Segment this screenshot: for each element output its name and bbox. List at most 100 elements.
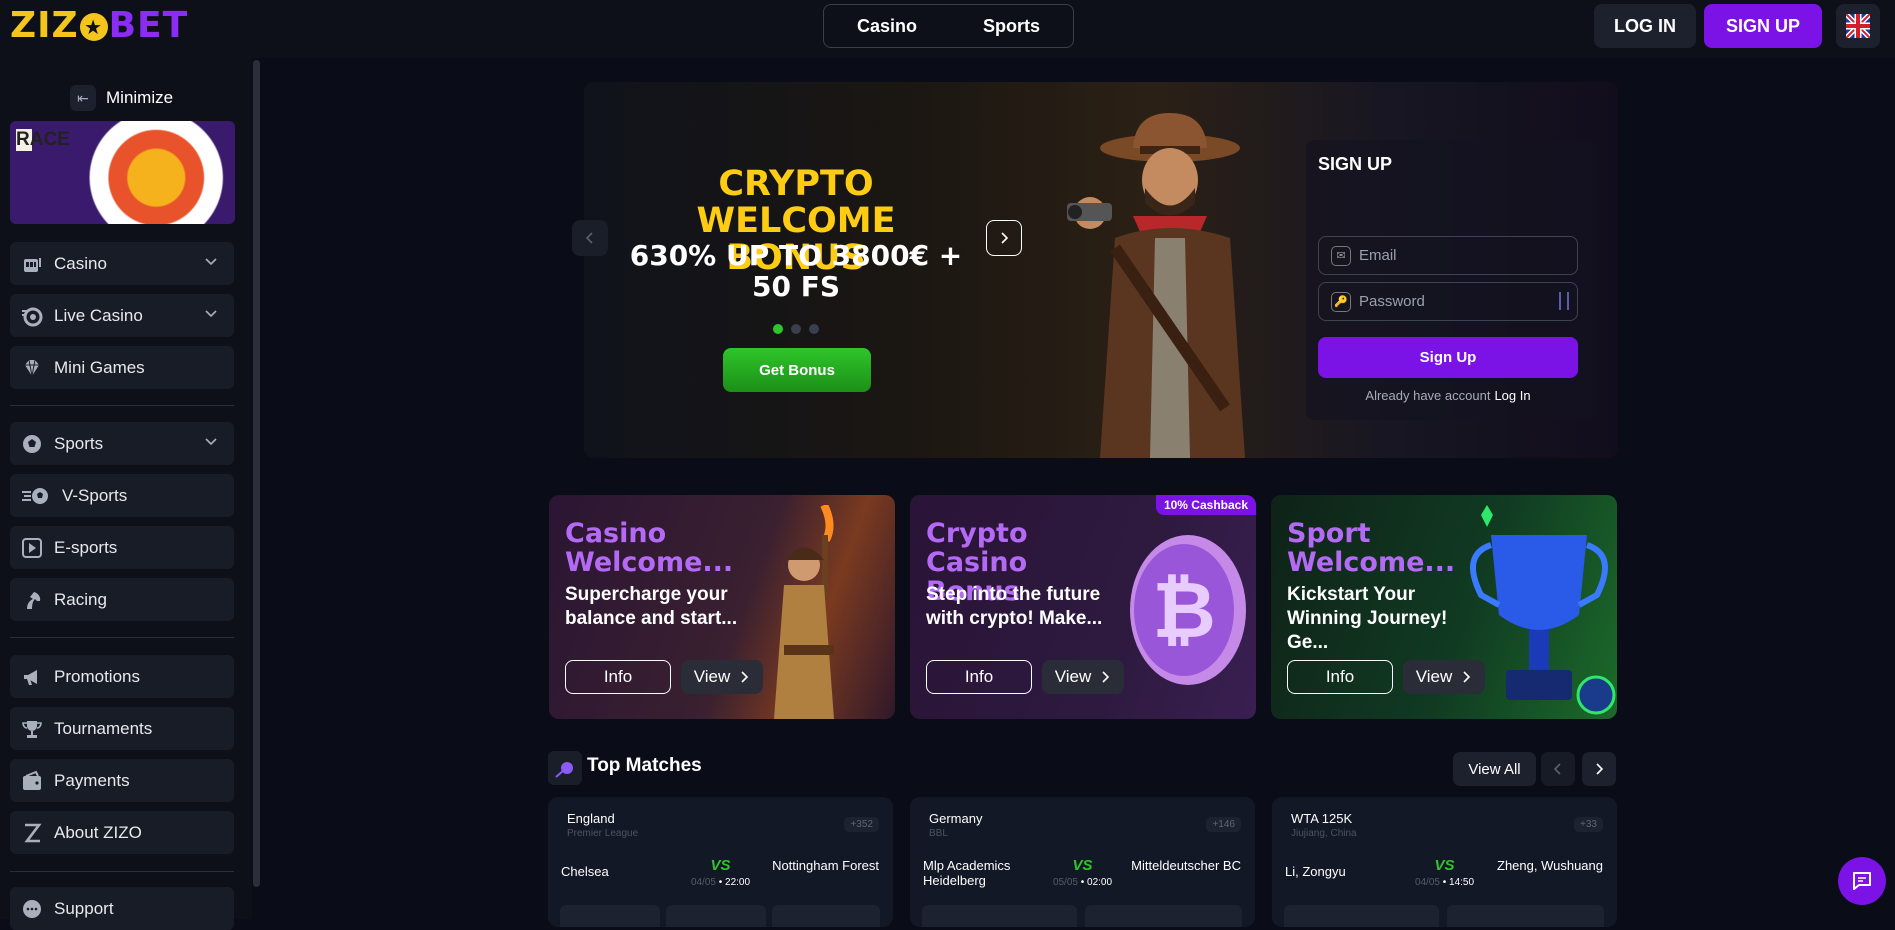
view-all-button[interactable]: View All xyxy=(1453,752,1536,786)
login-link[interactable]: Log In xyxy=(1494,388,1530,403)
star-icon: ★ xyxy=(79,13,108,41)
virtual-sports-icon xyxy=(20,484,52,508)
live-chat-button[interactable] xyxy=(1838,857,1886,905)
signup-button[interactable]: SIGN UP xyxy=(1704,4,1822,48)
carousel-dot[interactable] xyxy=(791,324,801,334)
match-card[interactable]: Germany BBL +146 Mlp Academics Heidelber… xyxy=(910,797,1255,927)
sidebar-divider xyxy=(10,637,234,638)
password-manager-icon[interactable] xyxy=(1559,292,1569,310)
away-team: Nottingham Forest xyxy=(772,858,879,873)
matches-prev-button[interactable] xyxy=(1541,752,1575,786)
whistle-icon xyxy=(548,751,582,785)
language-selector[interactable] xyxy=(1836,4,1880,48)
sidebar-item-tournaments[interactable]: Tournaments xyxy=(10,707,234,750)
promo-description: Kickstart Your Winning Journey! Ge... xyxy=(1287,584,1448,653)
odds-button[interactable] xyxy=(1447,905,1604,927)
promo-view-button[interactable]: View xyxy=(681,660,763,694)
more-markets-count[interactable]: +33 xyxy=(1574,817,1603,832)
signup-panel xyxy=(1306,140,1596,420)
sidebar-item-label: Support xyxy=(54,898,114,918)
sidebar-item-payments[interactable]: Payments xyxy=(10,759,234,802)
roulette-icon xyxy=(20,304,44,328)
diamond-icon xyxy=(20,356,44,380)
sidebar-item-about-zizo[interactable]: About ZIZO xyxy=(10,811,234,854)
login-button[interactable]: LOG IN xyxy=(1594,4,1696,48)
odds-button[interactable] xyxy=(1284,905,1439,927)
chevron-right-icon xyxy=(1463,671,1471,683)
match-datetime: 05/05 • 02:00 xyxy=(1052,877,1113,888)
more-markets-count[interactable]: +352 xyxy=(844,817,879,832)
horse-icon xyxy=(20,588,44,612)
odds-button[interactable] xyxy=(666,905,766,927)
hero-next-button[interactable] xyxy=(986,220,1022,256)
sidebar-item-sports[interactable]: Sports xyxy=(10,422,234,465)
carousel-dot[interactable] xyxy=(809,324,819,334)
race-banner[interactable]: RACE xyxy=(10,121,235,224)
sidebar-item-label: Payments xyxy=(54,770,130,790)
more-markets-count[interactable]: +146 xyxy=(1206,817,1241,832)
matches-next-button[interactable] xyxy=(1582,752,1616,786)
play-icon xyxy=(20,536,44,560)
chevron-down-icon xyxy=(205,438,217,446)
sidebar-item-live-casino[interactable]: Live Casino xyxy=(10,294,234,337)
match-competition: BBL xyxy=(929,828,948,839)
cowboy-illustration xyxy=(1067,113,1245,458)
signup-submit-button[interactable]: Sign Up xyxy=(1318,337,1578,378)
sidebar-item-promotions[interactable]: Promotions xyxy=(10,655,234,698)
lock-icon: 🔑 xyxy=(1331,291,1351,312)
promo-info-button[interactable]: Info xyxy=(1287,660,1393,694)
trophy-icon xyxy=(20,717,44,741)
sidebar-item-casino[interactable]: Casino xyxy=(10,242,234,285)
chevron-down-icon xyxy=(205,310,217,318)
match-league: WTA 125K xyxy=(1291,811,1353,826)
promo-info-button[interactable]: Info xyxy=(926,660,1032,694)
promo-description: Supercharge your balance and start... xyxy=(565,584,738,629)
chevron-right-icon xyxy=(1596,763,1604,775)
minimize-button[interactable]: ⇤ Minimize xyxy=(70,84,173,112)
odds-button[interactable] xyxy=(922,905,1077,927)
sidebar-item-mini-games[interactable]: Mini Games xyxy=(10,346,234,389)
away-team: Zheng, Wushuang xyxy=(1497,858,1603,873)
switch-casino[interactable]: Casino xyxy=(857,16,917,37)
match-card[interactable]: England Premier League +352 Chelsea VS 0… xyxy=(548,797,893,927)
zizobet-logo[interactable]: ZIZ ★ BET xyxy=(10,6,188,46)
sidebar-item-label: Mini Games xyxy=(54,357,145,377)
sidebar-item-label: Casino xyxy=(54,253,107,273)
get-bonus-button[interactable]: Get Bonus xyxy=(723,348,871,392)
password-field[interactable]: 🔑 Password xyxy=(1318,282,1578,321)
hero-prev-button[interactable] xyxy=(572,220,608,256)
explorer-woman-illustration xyxy=(774,505,834,719)
sidebar-item-v-sports[interactable]: V-Sports xyxy=(10,474,234,517)
promo-info-button[interactable]: Info xyxy=(565,660,671,694)
email-placeholder: Email xyxy=(1359,247,1397,264)
odds-button[interactable] xyxy=(1085,905,1242,927)
switch-sports[interactable]: Sports xyxy=(983,16,1040,37)
sidebar-item-label: Tournaments xyxy=(54,718,153,738)
envelope-icon: ✉ xyxy=(1331,245,1351,266)
chat-bubble-icon xyxy=(20,897,44,921)
promo-view-button[interactable]: View xyxy=(1042,660,1124,694)
uk-flag-icon xyxy=(1846,14,1870,38)
product-switcher: Casino Sports xyxy=(823,4,1074,48)
match-league: Germany xyxy=(929,811,983,826)
sidebar-item-support[interactable]: Support xyxy=(10,887,234,930)
carousel-dot-active[interactable] xyxy=(773,324,783,334)
chevron-right-icon xyxy=(1001,232,1009,244)
sidebar-scrollbar[interactable] xyxy=(253,60,260,887)
sidebar-item-label: E-sports xyxy=(54,537,118,557)
odds-button[interactable] xyxy=(560,905,660,927)
email-field[interactable]: ✉ Email xyxy=(1318,236,1578,275)
sidebar-item-e-sports[interactable]: E-sports xyxy=(10,526,234,569)
password-placeholder: Password xyxy=(1359,293,1425,310)
sidebar-item-racing[interactable]: Racing xyxy=(10,578,234,621)
odds-button[interactable] xyxy=(772,905,880,927)
race-banner-text: RACE xyxy=(16,129,70,151)
svg-text:₿: ₿ xyxy=(1152,566,1216,656)
chat-bubble-icon xyxy=(1853,872,1871,890)
soccer-ball-icon xyxy=(20,432,44,456)
promo-view-button[interactable]: View xyxy=(1403,660,1485,694)
sidebar-item-label: Promotions xyxy=(54,666,140,686)
login-prompt: Already have account Log In xyxy=(1365,388,1531,403)
match-card[interactable]: WTA 125K Jiujiang, China +33 Li, Zongyu … xyxy=(1272,797,1617,927)
promo-title: Sport Welcome... xyxy=(1287,518,1456,578)
